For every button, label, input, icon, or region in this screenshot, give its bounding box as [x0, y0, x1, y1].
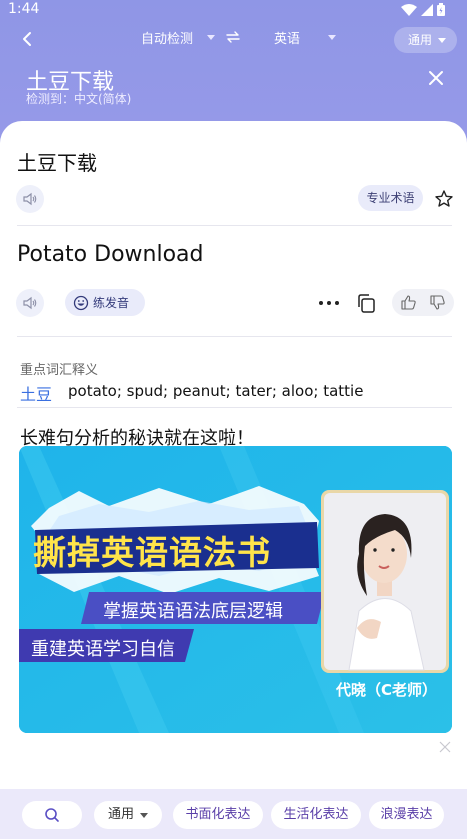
speaker-icon: [23, 192, 37, 206]
status-bar: 1:44: [0, 0, 467, 22]
practice-pronunciation-button[interactable]: 练发音: [65, 289, 145, 316]
search-button[interactable]: [22, 801, 82, 829]
top-bar: 自动检测 英语 通用: [0, 22, 467, 56]
terminology-chip[interactable]: 专业术语: [358, 185, 423, 211]
translation-mode-label: 通用: [408, 33, 433, 47]
chevron-down-icon[interactable]: [207, 35, 215, 40]
feedback-group: [392, 289, 454, 316]
chevron-down-icon: [438, 38, 446, 43]
divider: [17, 407, 452, 408]
signal-icon: [421, 3, 433, 16]
bottom-toolbar: 通用 书面化表达 生活化表达 浪漫表达: [0, 789, 467, 839]
status-time: 1:44: [8, 1, 40, 17]
source-speaker-button[interactable]: [16, 185, 44, 213]
target-language-select[interactable]: 英语: [274, 28, 300, 47]
tone-formal-button[interactable]: 书面化表达: [173, 801, 263, 829]
copy-icon[interactable]: [356, 293, 376, 314]
thumbs-up-icon[interactable]: [401, 295, 416, 310]
star-icon[interactable]: [434, 189, 454, 209]
ad-subline-2: 重建英语学习自信: [31, 639, 175, 660]
tone-casual-button[interactable]: 生活化表达: [271, 801, 361, 829]
divider: [17, 225, 452, 226]
battery-icon: [437, 3, 445, 16]
more-options-icon[interactable]: [318, 295, 340, 311]
status-icons: [401, 3, 445, 16]
vocabulary-word[interactable]: 土豆: [20, 381, 52, 405]
result-card: 土豆下载 专业术语 Potato Download 练发音 重点词汇释义 土豆 …: [0, 121, 467, 789]
translation-text: Potato Download: [17, 242, 204, 267]
chevron-down-icon[interactable]: [328, 35, 336, 40]
ad-banner[interactable]: 撕掉英语语法书 掌握英语语法底层逻辑 重建英语学习自信 代晓（C老师）: [19, 446, 452, 733]
smile-face-icon: [73, 295, 89, 310]
translation-mode-select[interactable]: 通用: [394, 27, 457, 53]
detected-language-label: 检测到：中文(简体): [26, 92, 132, 106]
practice-pronunciation-label: 练发音: [93, 296, 130, 310]
swap-languages-icon[interactable]: [226, 31, 240, 43]
search-icon: [45, 808, 59, 822]
ad-close-icon[interactable]: [439, 741, 451, 753]
back-arrow-icon[interactable]: [18, 28, 38, 50]
chevron-down-icon: [140, 813, 148, 818]
style-select-label: 通用: [108, 807, 135, 822]
close-icon[interactable]: [427, 69, 445, 87]
source-language-select[interactable]: 自动检测: [141, 28, 193, 47]
translation-speaker-button[interactable]: [16, 289, 44, 317]
vocabulary-section-title: 重点词汇释义: [20, 363, 99, 378]
speaker-icon: [23, 296, 37, 310]
ad-headline: 撕掉英语语法书: [33, 533, 271, 572]
tone-romantic-button[interactable]: 浪漫表达: [369, 801, 444, 829]
wifi-icon: [401, 3, 417, 16]
thumbs-down-icon[interactable]: [430, 295, 445, 310]
divider: [17, 336, 452, 337]
ad-teacher-name: 代晓（C老师）: [335, 681, 437, 699]
source-text: 土豆下载: [17, 151, 97, 175]
ad-subline-1: 掌握英语语法底层逻辑: [103, 601, 283, 622]
vocabulary-meaning: potato; spud; peanut; tater; aloo; tatti…: [68, 382, 364, 400]
style-select[interactable]: 通用: [94, 801, 162, 829]
